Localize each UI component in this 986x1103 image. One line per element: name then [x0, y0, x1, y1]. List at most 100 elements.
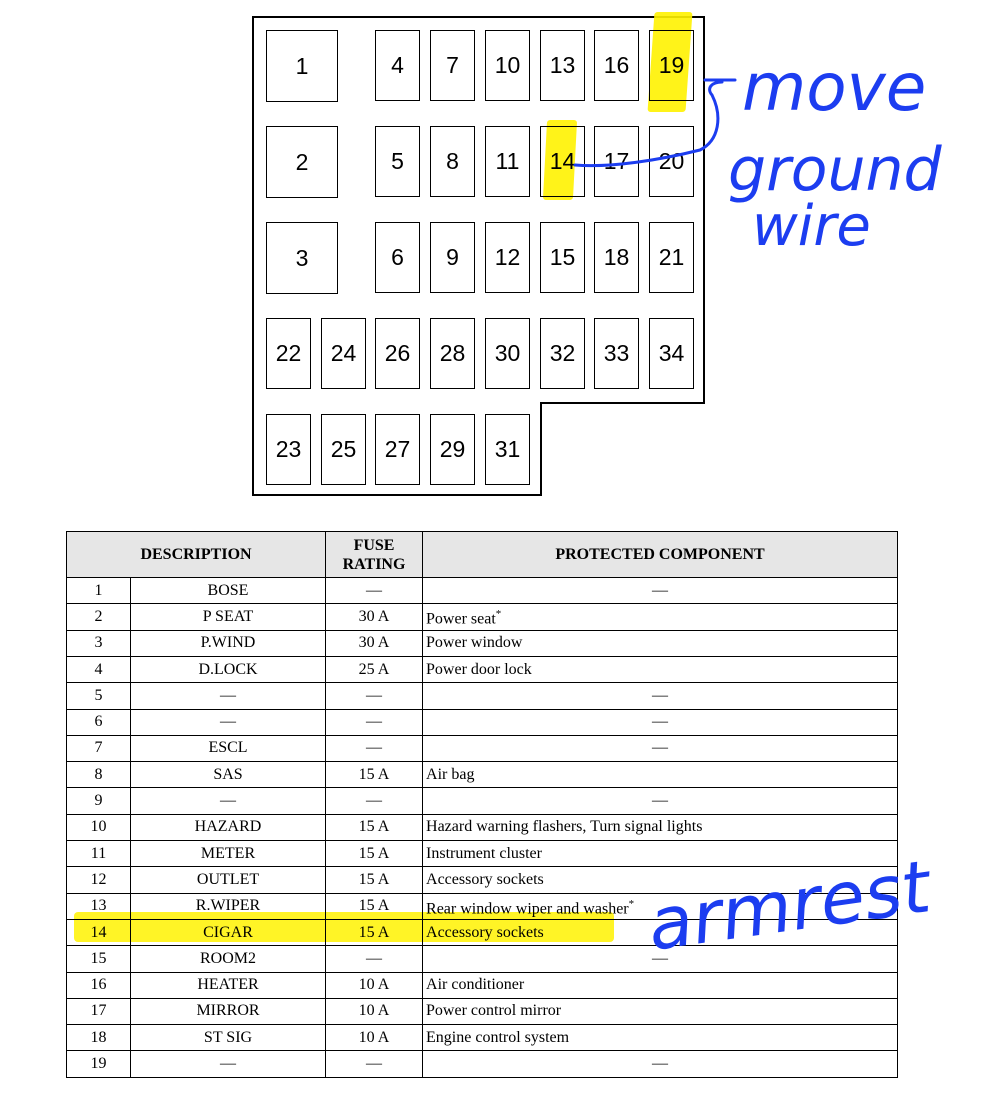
fuse-30: 30: [485, 318, 530, 389]
cell-component: Air conditioner: [422, 971, 899, 999]
fuse-10: 10: [485, 30, 530, 101]
fuse-2: 2: [266, 126, 338, 198]
cell-rating: 15 A: [325, 839, 424, 868]
table-row: 14 CIGAR 15 A Accessory sockets: [66, 918, 899, 947]
fuse-32: 32: [540, 318, 585, 389]
cell-component-text: —: [652, 949, 669, 967]
cell-component: Hazard warning flashers, Turn signal lig…: [422, 813, 899, 842]
cell-description: —: [129, 708, 327, 736]
cell-rating: 30 A: [325, 603, 424, 631]
table-row: 15 ROOM2 — —: [66, 945, 899, 973]
cell-component: Power door lock: [422, 655, 899, 684]
cell-component: —: [422, 708, 899, 736]
cell-number-text: 1: [94, 581, 103, 599]
footnote-star: *: [628, 897, 635, 910]
cell-number-text: 3: [94, 634, 103, 652]
cell-component-text: Accessory sockets: [426, 923, 544, 941]
cell-number: 16: [66, 971, 131, 999]
cell-component: —: [422, 576, 899, 605]
cell-rating-text: 15 A: [358, 765, 390, 783]
cell-description-text: CIGAR: [203, 923, 253, 941]
table-body: 1 BOSE — —2 P SEAT 30 A Power seat* 3 P.WIND 30 A…: [66, 576, 899, 1078]
cell-number: 13: [66, 892, 131, 920]
cell-number: 17: [66, 997, 131, 1026]
cell-number: 4: [66, 655, 131, 684]
cell-description-text: SAS: [213, 765, 243, 783]
table-row: 8 SAS 15 A Air bag: [66, 761, 899, 789]
cell-description-text: ESCL: [208, 739, 248, 757]
cell-description: —: [129, 682, 327, 710]
fuse-34: 34: [649, 318, 694, 389]
fuse-17: 17: [594, 126, 639, 197]
cell-component-text: Air bag: [426, 765, 475, 783]
cell-rating: —: [325, 708, 424, 736]
cell-rating: 15 A: [325, 761, 424, 789]
cell-rating-text: —: [366, 792, 383, 810]
fuse-25: 25: [321, 414, 366, 485]
cell-number-text: 16: [90, 976, 107, 994]
cell-rating-text: 15 A: [358, 844, 390, 862]
cell-rating-text: —: [366, 949, 383, 967]
cell-description: METER: [129, 839, 327, 868]
cell-number: 5: [66, 682, 131, 710]
table-row: 16 HEATER 10 A Air conditioner: [66, 971, 899, 999]
fuse-1: 1: [266, 30, 338, 102]
table-row: 9 — — —: [66, 787, 899, 815]
cell-component: Accessory sockets: [422, 918, 899, 947]
cell-rating-text: 30 A: [358, 634, 390, 652]
cell-rating-text: 15 A: [358, 818, 390, 836]
fuse-19: 19: [649, 30, 694, 101]
cell-description: MIRROR: [129, 997, 327, 1026]
fuse-16: 16: [594, 30, 639, 101]
cell-description: P.WIND: [129, 629, 327, 657]
cell-description-text: HAZARD: [194, 818, 262, 836]
fuse-27: 27: [375, 414, 420, 485]
cell-number-text: 7: [94, 739, 103, 757]
cell-number-text: 11: [90, 844, 107, 862]
fuse-28: 28: [430, 318, 475, 389]
cell-description-text: R.WIPER: [195, 897, 261, 915]
cell-number-text: 9: [94, 792, 103, 810]
cell-rating-text: 25 A: [358, 660, 390, 678]
cell-rating: 10 A: [325, 997, 424, 1026]
cell-description-text: —: [220, 792, 236, 810]
cell-number-text: 14: [90, 923, 107, 941]
cell-component-text: Power door lock: [426, 660, 532, 678]
fuse-box-diagram: 1 2 3 4 5 6 7 8 9 10 11 12 13 14 15 16 17 18 19 20 21 22 23 24 2…: [0, 0, 986, 520]
cell-description: ROOM2: [129, 945, 327, 973]
fuse-18: 18: [594, 222, 639, 293]
cell-number: 3: [66, 629, 131, 657]
cell-description: ST SIG: [129, 1024, 327, 1052]
cell-description: HAZARD: [129, 813, 327, 842]
cell-description: CIGAR: [129, 918, 327, 947]
cell-description-text: OUTLET: [196, 870, 260, 888]
cell-component-text: —: [652, 792, 669, 810]
fuse-7: 7: [430, 30, 475, 101]
cell-rating: 15 A: [325, 866, 424, 894]
cell-rating-text: 15 A: [358, 923, 390, 941]
cell-rating: —: [325, 682, 424, 710]
cell-description: HEATER: [129, 971, 327, 999]
cell-rating: 10 A: [325, 1024, 424, 1052]
cell-rating-text: 15 A: [358, 897, 390, 915]
header-fuse-rating: FUSE RATING: [325, 531, 424, 578]
cell-number: 2: [66, 603, 131, 631]
header-description: DESCRIPTION: [65, 531, 327, 578]
cell-rating: 15 A: [325, 918, 424, 947]
cell-number: 7: [66, 734, 131, 763]
cell-number: 18: [66, 1024, 131, 1052]
fuse-12: 12: [485, 222, 530, 293]
cell-number-text: 4: [94, 660, 103, 678]
cell-number: 19: [66, 1050, 131, 1078]
cell-number-text: 6: [94, 713, 103, 731]
cell-rating: —: [325, 734, 424, 763]
cell-description-text: HEATER: [197, 976, 259, 994]
fuse-8: 8: [430, 126, 475, 197]
cell-number: 9: [66, 787, 131, 815]
fuse-24: 24: [321, 318, 366, 389]
header-rating-line2: RATING: [342, 555, 406, 573]
cell-rating-text: 30 A: [358, 607, 390, 625]
cell-component-text: Air conditioner: [426, 976, 525, 994]
cell-description-text: ROOM2: [200, 949, 257, 967]
table-row: 19 — — —: [66, 1050, 899, 1078]
